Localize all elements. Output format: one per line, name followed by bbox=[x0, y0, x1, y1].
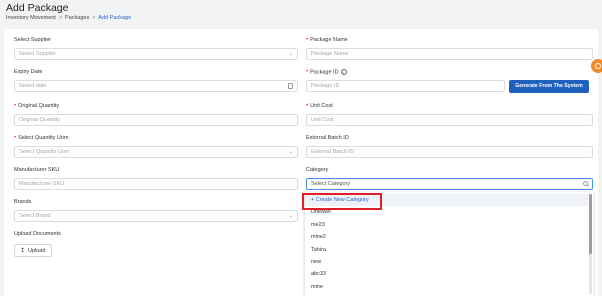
expiry-date-label: Expiry Date bbox=[14, 69, 43, 75]
package-name-label: • Package Name bbox=[306, 37, 348, 43]
category-option[interactable]: mine2 bbox=[311, 234, 326, 240]
generate-from-system-button[interactable]: Generate From The System bbox=[509, 80, 589, 93]
search-icon bbox=[583, 181, 588, 186]
breadcrumb: Inventory Movement > Packages > Add Package bbox=[6, 15, 131, 21]
manufacturer-sku-label: Manufacturer SKU bbox=[14, 167, 60, 173]
chevron-down-icon: ⌄ bbox=[288, 213, 293, 219]
manufacturer-sku-placeholder: Manufacturer SKU bbox=[19, 181, 65, 187]
package-id-label: • Package ID i bbox=[306, 69, 347, 75]
scrollbar-thumb[interactable] bbox=[589, 194, 592, 254]
select-supplier-placeholder: Select Supplier bbox=[19, 51, 56, 57]
external-batch-id-input[interactable]: External Batch ID bbox=[306, 146, 593, 158]
breadcrumb-add-package: Add Package bbox=[98, 15, 132, 21]
original-quantity-input[interactable]: Original Quantity bbox=[14, 114, 298, 126]
brands-label: Brands bbox=[14, 199, 32, 205]
category-label: Category bbox=[306, 167, 329, 173]
upload-icon: ↥ bbox=[20, 248, 26, 254]
upload-button-label: Upload bbox=[28, 248, 46, 254]
unit-cost-input[interactable]: Unit Cost bbox=[306, 114, 593, 126]
floating-action-button[interactable] bbox=[591, 59, 602, 73]
required-marker: • bbox=[14, 103, 17, 109]
category-select[interactable]: Select Category bbox=[306, 178, 593, 190]
required-marker: • bbox=[306, 69, 309, 76]
package-id-placeholder: Package ID bbox=[311, 83, 340, 89]
category-option[interactable]: new bbox=[311, 259, 321, 265]
chevron-down-icon: ⌄ bbox=[288, 149, 293, 155]
brands-select[interactable]: Select Brand ⌄ bbox=[14, 210, 298, 222]
category-option[interactable]: mine bbox=[311, 284, 323, 290]
annotation-highlight-box bbox=[302, 193, 382, 210]
required-marker: • bbox=[306, 37, 309, 43]
manufacturer-sku-input[interactable]: Manufacturer SKU bbox=[14, 178, 298, 190]
package-id-input[interactable]: Package ID bbox=[306, 80, 505, 92]
calendar-icon bbox=[288, 83, 293, 89]
original-quantity-placeholder: Original Quantity bbox=[19, 117, 60, 123]
breadcrumb-inventory-movement[interactable]: Inventory Movement bbox=[6, 15, 56, 21]
upload-button[interactable]: ↥ Upload bbox=[14, 244, 52, 257]
unit-cost-placeholder: Unit Cost bbox=[311, 117, 334, 123]
package-name-input[interactable]: Package Name bbox=[306, 48, 593, 60]
expiry-date-picker[interactable]: Select date bbox=[14, 80, 298, 92]
external-batch-id-label: External Batch ID bbox=[306, 135, 349, 141]
breadcrumb-separator: > bbox=[92, 15, 96, 21]
category-placeholder: Select Category bbox=[311, 181, 351, 187]
brands-placeholder: Select Brand bbox=[19, 213, 51, 219]
upload-documents-label: Upload Documents bbox=[14, 231, 61, 237]
unit-cost-label: • Unit Cost bbox=[306, 103, 333, 109]
quantity-uom-label: • Select Quantity Uom bbox=[14, 135, 69, 141]
breadcrumb-separator: > bbox=[58, 15, 63, 21]
required-marker: • bbox=[306, 103, 309, 109]
quantity-uom-placeholder: Select Quantity Uom bbox=[19, 149, 70, 155]
breadcrumb-packages[interactable]: Packages bbox=[65, 15, 89, 21]
package-name-placeholder: Package Name bbox=[311, 51, 349, 57]
category-option[interactable]: me23 bbox=[311, 222, 325, 228]
select-supplier-field[interactable]: Select Supplier ⌄ bbox=[14, 48, 298, 60]
expiry-date-placeholder: Select date bbox=[19, 83, 47, 89]
external-batch-id-placeholder: External Batch ID bbox=[311, 149, 354, 155]
dropdown-scrollbar[interactable] bbox=[589, 194, 592, 294]
page-title: Add Package bbox=[6, 2, 69, 14]
select-supplier-label: Select Supplier bbox=[14, 37, 51, 43]
quantity-uom-select[interactable]: Select Quantity Uom ⌄ bbox=[14, 146, 298, 158]
required-marker: • bbox=[14, 135, 17, 141]
category-option[interactable]: abc33 bbox=[311, 271, 326, 277]
info-icon[interactable]: i bbox=[340, 69, 347, 75]
category-option[interactable]: Tahira bbox=[311, 247, 326, 253]
chevron-down-icon: ⌄ bbox=[288, 51, 293, 57]
original-quantity-label: • Original Quantity bbox=[14, 103, 60, 109]
